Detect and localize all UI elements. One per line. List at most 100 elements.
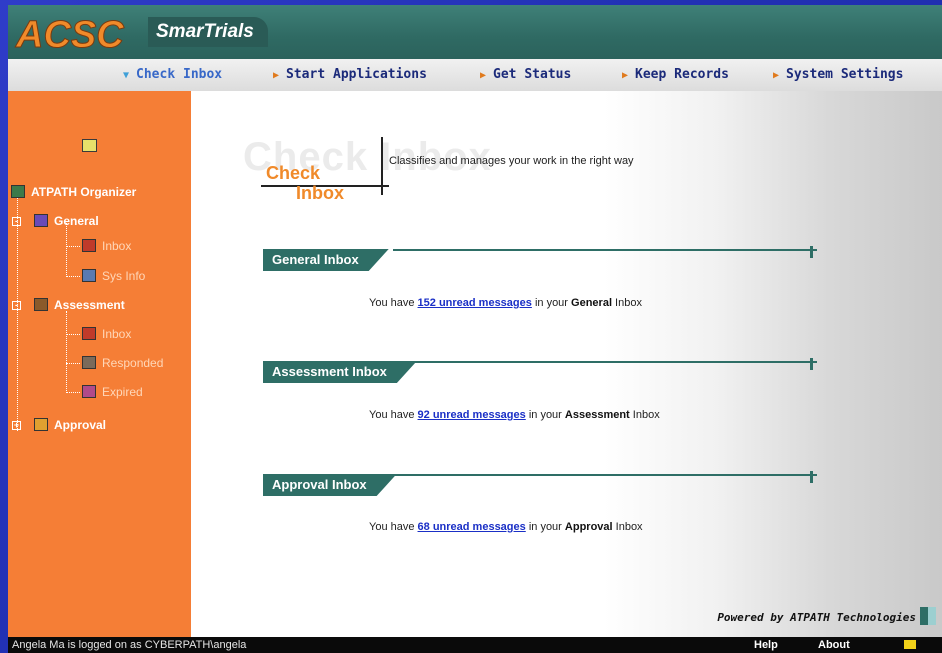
tree-label: Responded [102,356,164,370]
folder-approval-icon [34,418,48,431]
page-title-line1: Check [266,163,321,183]
section-rule [393,471,817,483]
tree-label: Expired [102,385,143,399]
section-tick [810,358,813,370]
section-rule [393,358,817,370]
organizer-icon [11,185,25,198]
tree-label: Inbox [102,239,132,253]
approval-inbox-message: You have 68 unread messages in your Appr… [369,521,643,533]
header-bar: ACSC SmarTrials [8,5,942,59]
menu-label: Start Applications [286,67,427,82]
msg-text: in your [531,297,572,309]
menu-label: Keep Records [635,67,729,82]
caret-right-icon: ▶ [622,70,629,81]
expand-icon[interactable]: + [12,421,21,430]
tree-line [66,392,80,393]
menu-label: Get Status [493,67,572,82]
about-link[interactable]: About [818,637,850,653]
main-content: Check Inbox Check Inbox Classifies and m… [191,91,942,637]
help-link[interactable]: Help [754,637,778,653]
menu-system-settings[interactable]: ▶ System Settings [773,59,903,91]
caret-down-icon: ▼ [123,70,130,81]
tree-line [17,191,18,431]
msg-text: You have [369,521,418,533]
tree-label: ATPATH Organizer [31,185,137,199]
tree-item-responded[interactable]: Responded [82,354,163,372]
expired-icon [82,385,96,398]
inbox-name: General [571,297,612,309]
tree-item-general-inbox[interactable]: Inbox [82,237,131,255]
inbox-icon [82,239,96,252]
msg-text: in your [525,409,565,421]
status-bar: Angela Ma is logged on as CYBERPATH\ange… [8,637,942,653]
section-tick [810,471,813,483]
tree-group-approval[interactable]: Approval [34,416,106,434]
title-divider [381,137,383,195]
menu-check-inbox[interactable]: ▼ Check Inbox [123,59,222,91]
app-window: ACSC SmarTrials ▼ Check Inbox ▶ Start Appl… [8,5,942,653]
approval-unread-link[interactable]: 68 unread messages [418,521,526,533]
menu-label: System Settings [786,67,904,82]
general-inbox-message: You have 152 unread messages in your Gen… [369,297,642,309]
msg-text: You have [369,409,418,421]
folder-general-icon [34,214,48,227]
menu-start-applications[interactable]: ▶ Start Applications [273,59,427,91]
msg-text: Inbox [612,297,642,309]
caret-right-icon: ▶ [773,70,780,81]
msg-text: Inbox [612,521,643,533]
info-icon [82,269,96,282]
caret-right-icon: ▶ [480,70,487,81]
tree-group-assessment[interactable]: Assessment [34,296,125,314]
main-menu: ▼ Check Inbox ▶ Start Applications ▶ Get St… [8,59,942,92]
folder-assessment-icon [34,298,48,311]
page-title-line2: Inbox [296,183,344,203]
general-unread-link[interactable]: 152 unread messages [418,297,532,309]
section-approval-inbox: Approval Inbox [263,471,823,496]
collapse-icon[interactable]: - [12,217,21,226]
inbox-icon [82,327,96,340]
menu-label: Check Inbox [136,67,223,82]
section-title: General Inbox [263,249,389,271]
msg-text: in your [525,521,565,533]
responded-icon [82,356,96,369]
sidebar-tree: ATPATH Organizer - General Inbox Sys Inf… [8,91,191,637]
login-status: Angela Ma is logged on as CYBERPATH\ange… [12,639,247,651]
inbox-name: Approval [564,521,613,533]
section-title: Approval Inbox [263,474,397,496]
tree-line [66,363,80,364]
mail-icon[interactable] [904,640,916,649]
page-description: Classifies and manages your work in the … [389,155,634,167]
msg-text: Inbox [629,409,660,421]
tree-line [66,276,80,277]
assessment-inbox-message: You have 92 unread messages in your Asse… [369,409,660,421]
tree-group-general[interactable]: General [34,212,99,230]
assessment-unread-link[interactable]: 92 unread messages [418,409,526,421]
refresh-icon[interactable] [82,139,97,152]
tree-item-expired[interactable]: Expired [82,383,143,401]
acsc-logo: ACSC [14,11,146,56]
menu-keep-records[interactable]: ▶ Keep Records [622,59,729,91]
tree-item-assessment-inbox[interactable]: Inbox [82,325,131,343]
brand-title: SmarTrials [148,17,268,47]
collapse-icon[interactable]: - [12,301,21,310]
tree-label: Sys Info [102,269,146,283]
tree-label: Approval [54,418,107,432]
section-tick [810,246,813,258]
powered-by-text: Powered by ATPATH Technologies [717,611,916,624]
tree-item-sys-info[interactable]: Sys Info [82,267,145,285]
section-rule [393,246,817,258]
tree-line [66,311,67,393]
tree-line [66,246,80,247]
atpath-logo [920,607,936,625]
menu-get-status[interactable]: ▶ Get Status [480,59,571,91]
tree-line [66,223,67,277]
inbox-name: Assessment [564,409,630,421]
tree-label: General [54,214,99,228]
section-assessment-inbox: Assessment Inbox [263,358,823,383]
tree-label: Assessment [54,298,125,312]
tree-label: Inbox [102,327,132,341]
logo-text: ACSC [15,14,124,55]
section-title: Assessment Inbox [263,361,417,383]
tree-line [66,334,80,335]
tree-root-atpath-organizer[interactable]: ATPATH Organizer [11,183,136,201]
